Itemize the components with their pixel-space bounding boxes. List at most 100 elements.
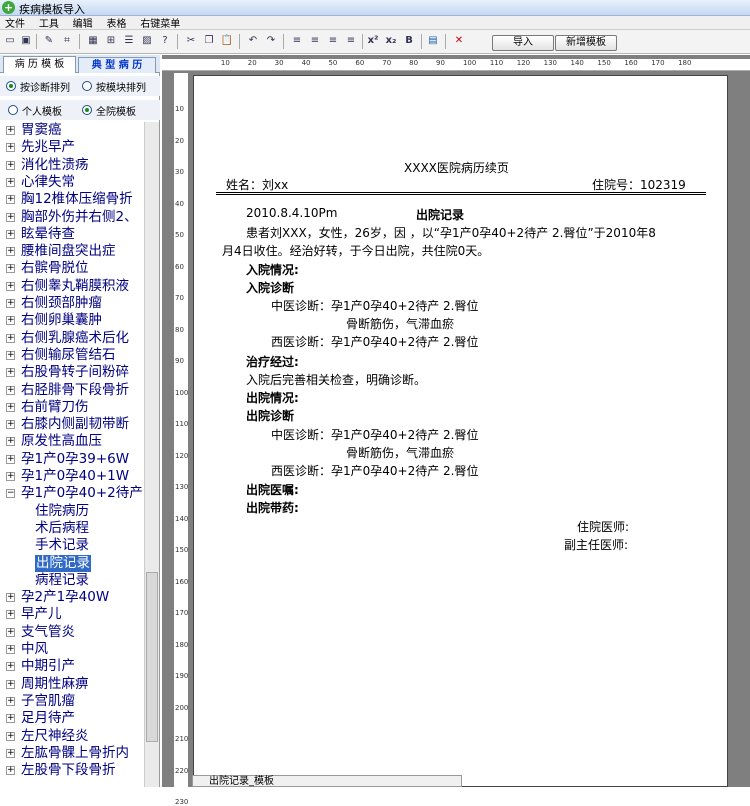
tree-child-selected[interactable]: 出院记录: [35, 554, 91, 572]
tab-record-template[interactable]: 病 历 模 板: [3, 56, 76, 73]
table-icon[interactable]: ▦: [86, 34, 100, 48]
expand-icon[interactable]: +: [6, 731, 15, 741]
personal-template-radio[interactable]: [8, 105, 18, 115]
tree-node-label[interactable]: 腰椎间盘突出症: [21, 243, 116, 260]
cut-icon[interactable]: ✂: [184, 34, 198, 48]
tree-node-label[interactable]: 右前臂刀伤: [21, 399, 89, 416]
tree-child[interactable]: 术后病程: [35, 520, 89, 537]
tree-node-label[interactable]: 胸部外伤并右侧2、: [21, 209, 138, 226]
tree-node-label[interactable]: 早产儿: [21, 606, 62, 623]
expand-icon[interactable]: +: [6, 472, 15, 481]
align-left-icon[interactable]: ≡: [290, 34, 304, 48]
copy-icon[interactable]: ❐: [202, 34, 216, 48]
expand-icon[interactable]: +: [6, 177, 15, 187]
expand-icon[interactable]: +: [6, 748, 15, 758]
expand-icon[interactable]: +: [6, 766, 15, 776]
tree-child[interactable]: 手术记录: [35, 537, 89, 554]
edit-icon[interactable]: ✎: [42, 34, 56, 48]
align-right-icon[interactable]: ≡: [326, 34, 340, 48]
tree-node-label[interactable]: 左肱骨髁上骨折内: [21, 745, 129, 762]
save-icon[interactable]: ▣: [19, 34, 33, 48]
tree-node-label[interactable]: 足月待产: [21, 710, 75, 727]
expand-icon[interactable]: +: [6, 679, 15, 689]
tree-node-label[interactable]: 中风: [21, 641, 48, 658]
table-row-icon[interactable]: ☰: [122, 34, 136, 48]
expand-icon[interactable]: +: [6, 264, 15, 274]
expand-icon[interactable]: +: [6, 160, 15, 170]
all-template-radio[interactable]: [82, 105, 92, 115]
help-icon[interactable]: ?: [158, 34, 172, 48]
collapse-icon[interactable]: −: [6, 489, 15, 499]
tree-node-label[interactable]: 右侧卵巢囊肿: [21, 312, 102, 329]
import-button[interactable]: 导入: [492, 35, 554, 51]
tree-node-label[interactable]: 先兆早产: [21, 139, 75, 156]
tree-node-label[interactable]: 右髌骨脱位: [21, 260, 89, 277]
tree-scrollbar[interactable]: [144, 122, 159, 787]
expand-icon[interactable]: +: [6, 627, 15, 637]
tree-node-label[interactable]: 消化性溃疡: [21, 157, 89, 174]
expand-icon[interactable]: +: [6, 195, 15, 205]
tree-node-label[interactable]: 孕2产1孕40W: [21, 589, 109, 606]
document-tab[interactable]: 出院记录_模板: [192, 775, 462, 787]
tree-child[interactable]: 住院病历: [35, 503, 89, 520]
paste-icon[interactable]: 📋: [220, 34, 234, 48]
redo-icon[interactable]: ↷: [264, 34, 278, 48]
expand-icon[interactable]: +: [6, 368, 15, 378]
tree-node-label[interactable]: 左股骨下段骨折: [21, 762, 116, 779]
expand-icon[interactable]: +: [6, 281, 15, 291]
expand-icon[interactable]: +: [6, 593, 15, 603]
tree-node-label[interactable]: 右侧输尿管结石: [21, 347, 116, 364]
image-icon[interactable]: ▨: [140, 34, 154, 48]
document-page[interactable]: XXXX医院病历续页 姓名：刘xx 住院号：102319 2010.8.4.10…: [193, 75, 728, 787]
bold-icon[interactable]: B: [402, 34, 416, 48]
expand-icon[interactable]: +: [6, 454, 15, 464]
tree-node-label[interactable]: 心律失常: [21, 174, 75, 191]
tree-node-label[interactable]: 孕1产0孕39+6W: [21, 451, 129, 468]
expand-icon[interactable]: +: [6, 385, 15, 395]
tab-typical-records[interactable]: 典 型 病 历: [78, 57, 156, 73]
tree-node-label[interactable]: 右膝内侧副韧带断: [21, 416, 129, 433]
tree-node-label[interactable]: 右侧睾丸鞘膜积液: [21, 278, 129, 295]
tree-node-label[interactable]: 右侧颈部肿瘤: [21, 295, 102, 312]
tree-child[interactable]: 病程记录: [35, 572, 89, 589]
sort-by-module-radio[interactable]: [82, 81, 92, 91]
expand-icon[interactable]: +: [6, 714, 15, 724]
new-template-button[interactable]: 新增模板: [555, 35, 617, 51]
tree-node-label[interactable]: 周期性麻痹: [21, 676, 89, 693]
expand-icon[interactable]: +: [6, 229, 15, 239]
tree-node-label[interactable]: 胃窦癌: [21, 122, 62, 139]
expand-icon[interactable]: +: [6, 126, 15, 135]
align-center-icon[interactable]: ≡: [308, 34, 322, 48]
align-justify-icon[interactable]: ≡: [344, 34, 358, 48]
tree-node-label[interactable]: 孕1产0孕40+2待产: [21, 485, 143, 502]
expand-icon[interactable]: +: [6, 420, 15, 430]
sort-by-diagnosis-label[interactable]: 按诊断排列: [20, 79, 70, 94]
all-template-label[interactable]: 全院模板: [96, 103, 136, 118]
form-icon[interactable]: ▤: [426, 34, 440, 48]
expand-icon[interactable]: +: [6, 350, 15, 360]
tree-node-label[interactable]: 左尺神经炎: [21, 728, 89, 745]
tree-node-label[interactable]: 右侧乳腺癌术后化: [21, 330, 129, 347]
tree-node-label[interactable]: 中期引产: [21, 658, 75, 675]
expand-icon[interactable]: +: [6, 437, 15, 447]
tree-node-label[interactable]: 右胫腓骨下段骨折: [21, 382, 129, 399]
sort-by-module-label[interactable]: 按模块排列: [96, 79, 146, 94]
close-doc-icon[interactable]: ✕: [452, 34, 466, 48]
tree-node-label[interactable]: 右股骨转子间粉碎: [21, 364, 129, 381]
expand-icon[interactable]: +: [6, 610, 15, 620]
expand-icon[interactable]: +: [6, 143, 15, 153]
expand-icon[interactable]: +: [6, 299, 15, 308]
tree-node-label[interactable]: 原发性高血压: [21, 433, 102, 450]
scrollbar-thumb[interactable]: [146, 572, 158, 742]
expand-icon[interactable]: +: [6, 316, 15, 326]
expand-icon[interactable]: +: [6, 645, 15, 654]
table-insert-icon[interactable]: ⊞: [104, 34, 118, 48]
superscript-icon[interactable]: x²: [366, 34, 380, 48]
open-icon[interactable]: ▭: [3, 34, 17, 48]
tree-node-label[interactable]: 子宫肌瘤: [21, 693, 75, 710]
expand-icon[interactable]: +: [6, 696, 15, 706]
tree-node-label[interactable]: 胸12椎体压缩骨折: [21, 191, 133, 208]
expand-icon[interactable]: +: [6, 247, 15, 257]
expand-icon[interactable]: +: [6, 662, 15, 672]
stamp-icon[interactable]: ⌗: [60, 34, 74, 48]
